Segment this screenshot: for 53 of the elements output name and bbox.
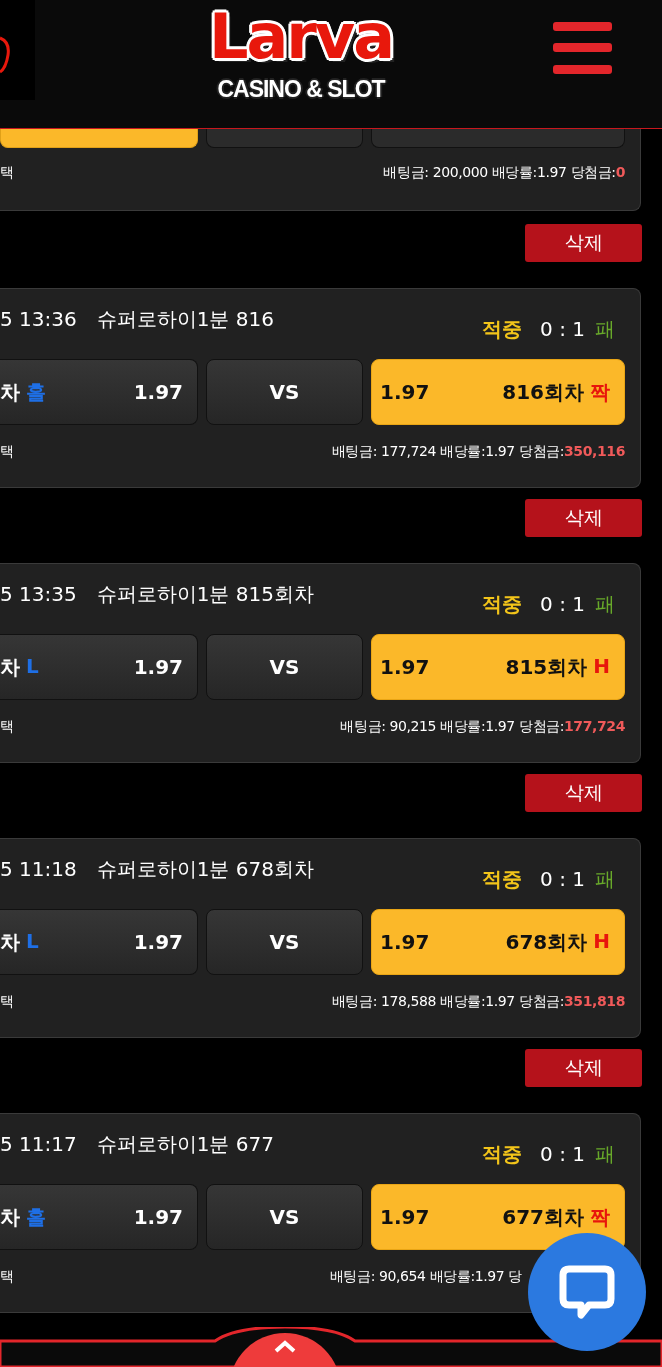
outcome-label: 패 bbox=[595, 1141, 615, 1168]
choice-label: 택 bbox=[0, 163, 14, 182]
result-label: 적중 bbox=[482, 591, 523, 618]
vs-button[interactable]: VS bbox=[206, 909, 363, 975]
score: 0 : 1 bbox=[540, 866, 585, 893]
score: 0 : 1 bbox=[540, 591, 585, 618]
delete-button[interactable]: 삭제 bbox=[525, 224, 642, 262]
outcome-label: 패 bbox=[595, 316, 615, 343]
bet-date: 5 11:18 bbox=[0, 856, 77, 883]
pick-button[interactable]: 1.97 677회차 짝 bbox=[371, 1184, 625, 1250]
bet-date: 5 11:17 bbox=[0, 1131, 77, 1158]
game-name: 슈퍼로하이1분 678회차 bbox=[96, 856, 314, 883]
score: 0 : 1 bbox=[540, 1141, 585, 1168]
pick-button[interactable] bbox=[371, 128, 625, 148]
outcome-label: 패 bbox=[595, 866, 615, 893]
logo-subtitle: CASINO & SLOT bbox=[217, 75, 385, 104]
choice-label: 택 bbox=[0, 717, 14, 736]
pick-button[interactable]: 1.97 815회차 H bbox=[371, 634, 625, 700]
game-name: 슈퍼로하이1분 816 bbox=[96, 306, 274, 333]
delete-button[interactable]: 삭제 bbox=[525, 1049, 642, 1087]
bet-info: 배팅금: 90,654 배당률:1.97 당 bbox=[329, 1267, 522, 1286]
bet-date: 5 13:36 bbox=[0, 306, 77, 333]
bet-info: 배팅금: 90,215 배당률:1.97 당첨금:177,724 bbox=[340, 717, 625, 736]
vs-button[interactable]: VS bbox=[206, 1184, 363, 1250]
result-label: 적중 bbox=[482, 866, 523, 893]
result-label: 적중 bbox=[482, 316, 523, 343]
choice-label: 택 bbox=[0, 442, 14, 461]
menu-icon[interactable] bbox=[553, 22, 612, 74]
game-name: 슈퍼로하이1분 815회차 bbox=[96, 581, 314, 608]
speech-bubble-icon bbox=[559, 1265, 615, 1319]
bet-info: 배팅금: 177,724 배당률:1.97 당첨금:350,116 bbox=[331, 442, 625, 461]
choice-label: 택 bbox=[0, 1267, 14, 1286]
bet-info: 배팅금: 178,588 배당률:1.97 당첨금:351,818 bbox=[331, 992, 625, 1011]
pick-button[interactable] bbox=[0, 128, 198, 148]
bet-date: 5 13:35 bbox=[0, 581, 77, 608]
pick-button[interactable]: 차 L 1.97 bbox=[0, 634, 198, 700]
vs-button[interactable]: VS bbox=[206, 634, 363, 700]
outcome-label: 패 bbox=[595, 591, 615, 618]
logo-title: Larva bbox=[208, 0, 394, 74]
game-name: 슈퍼로하이1분 677 bbox=[96, 1131, 274, 1158]
pick-button[interactable]: 차 홀 1.97 bbox=[0, 1184, 198, 1250]
choice-label: 택 bbox=[0, 992, 14, 1011]
pick-button[interactable]: 차 홀 1.97 bbox=[0, 359, 198, 425]
pick-button[interactable]: 1.97 678회차 H bbox=[371, 909, 625, 975]
vs-button[interactable]: VS bbox=[206, 359, 363, 425]
delete-button[interactable]: 삭제 bbox=[525, 774, 642, 812]
pick-button[interactable]: 차 L 1.97 bbox=[0, 909, 198, 975]
delete-button[interactable]: 삭제 bbox=[525, 499, 642, 537]
pick-button[interactable] bbox=[206, 128, 363, 148]
pick-button[interactable]: 1.97 816회차 짝 bbox=[371, 359, 625, 425]
result-label: 적중 bbox=[482, 1141, 523, 1168]
score: 0 : 1 bbox=[540, 316, 585, 343]
bet-info: 배팅금: 200,000 배당률:1.97 당첨금:0 bbox=[383, 163, 625, 182]
